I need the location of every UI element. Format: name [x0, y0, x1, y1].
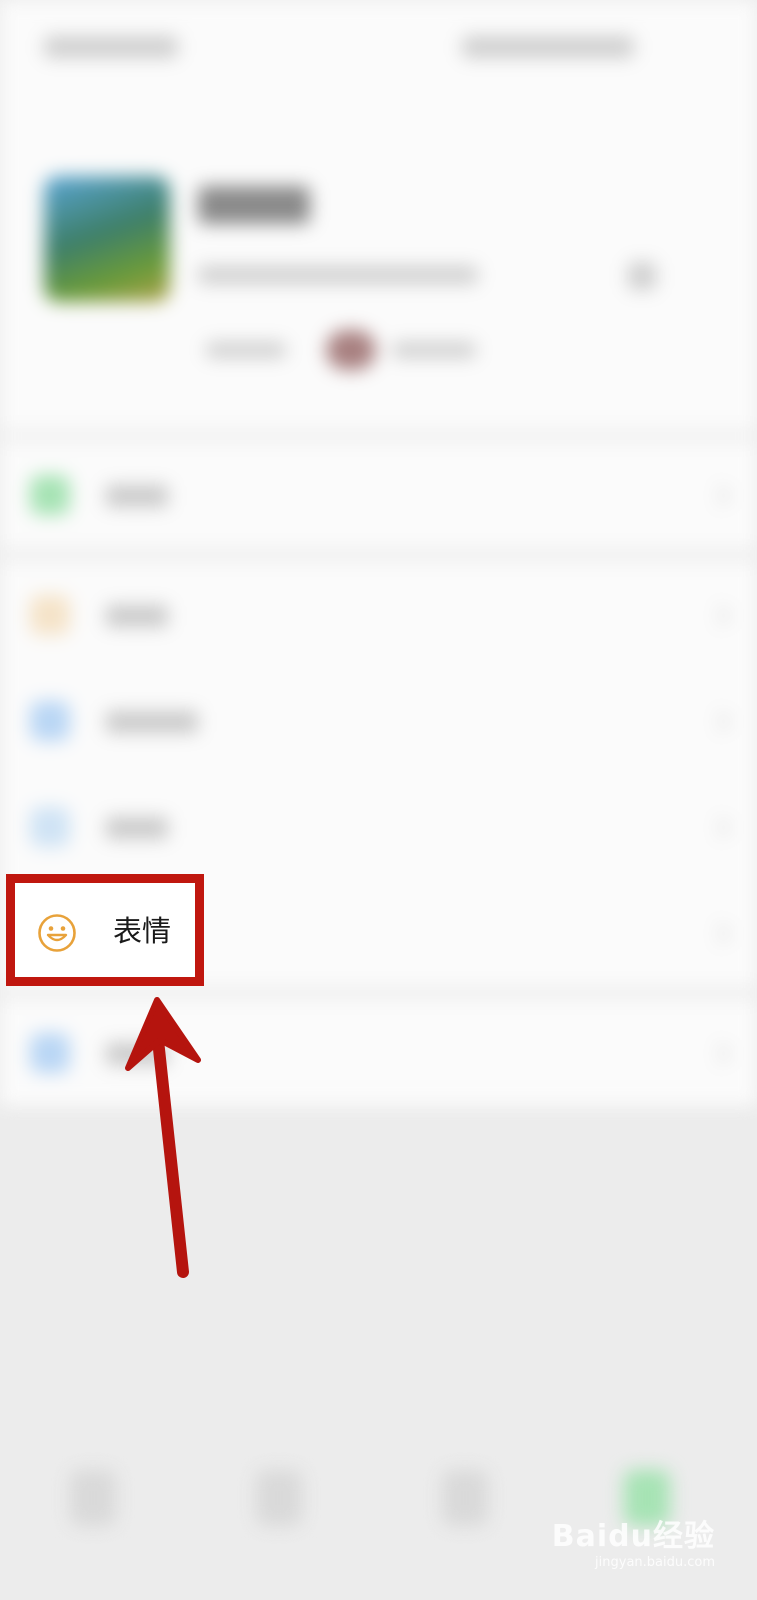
smiley-face-icon: [38, 914, 76, 952]
chevron-right-icon: [708, 484, 731, 507]
favorites-icon: [30, 595, 70, 635]
tab-contacts[interactable]: [256, 1470, 302, 1526]
list-item[interactable]: [0, 562, 757, 668]
header-left-blur: [44, 36, 178, 58]
stickers-label: 表情: [113, 914, 172, 948]
section-gap: [0, 986, 757, 1000]
qr-icon[interactable]: [628, 262, 656, 290]
list-item[interactable]: [0, 668, 757, 774]
status-blur: [206, 342, 286, 358]
profile-name-blur: [198, 186, 310, 224]
chevron-right-icon: [708, 1042, 731, 1065]
list-item[interactable]: [0, 1000, 757, 1106]
list-item[interactable]: [0, 774, 757, 880]
watermark-url: jingyan.baidu.com: [595, 1555, 715, 1570]
profile-header: [0, 0, 757, 430]
chevron-right-icon: [708, 604, 731, 627]
watermark-brand: Baidu经验: [551, 1519, 715, 1554]
list-item-label-blur: [106, 605, 168, 627]
list-item-label-blur: [106, 485, 168, 507]
status-avatar-blur: [326, 330, 376, 370]
profile-id-blur: [198, 266, 478, 284]
header-right-blur: [462, 36, 634, 58]
avatar: [44, 176, 170, 302]
tab-chats[interactable]: [70, 1470, 116, 1526]
tab-discover[interactable]: [442, 1470, 488, 1526]
highlighted-stickers-item[interactable]: 表情: [6, 874, 204, 986]
settings-icon: [30, 1033, 70, 1073]
status-text-blur: [392, 342, 476, 358]
chevron-right-icon: [708, 816, 731, 839]
list-item-label-blur: [106, 711, 198, 733]
chevron-right-icon: [708, 710, 731, 733]
list-item-label-blur: [106, 1043, 168, 1065]
section-gap: [0, 548, 757, 562]
blurred-background: [0, 0, 757, 1600]
section-gap: [0, 430, 757, 442]
moments-icon: [30, 701, 70, 741]
list-item[interactable]: [0, 442, 757, 548]
baidu-watermark: Baidu经验 jingyan.baidu.com: [552, 1511, 715, 1570]
chevron-right-icon: [708, 922, 731, 945]
service-icon: [30, 475, 70, 515]
list-item-label-blur: [106, 817, 168, 839]
cards-icon: [30, 807, 70, 847]
